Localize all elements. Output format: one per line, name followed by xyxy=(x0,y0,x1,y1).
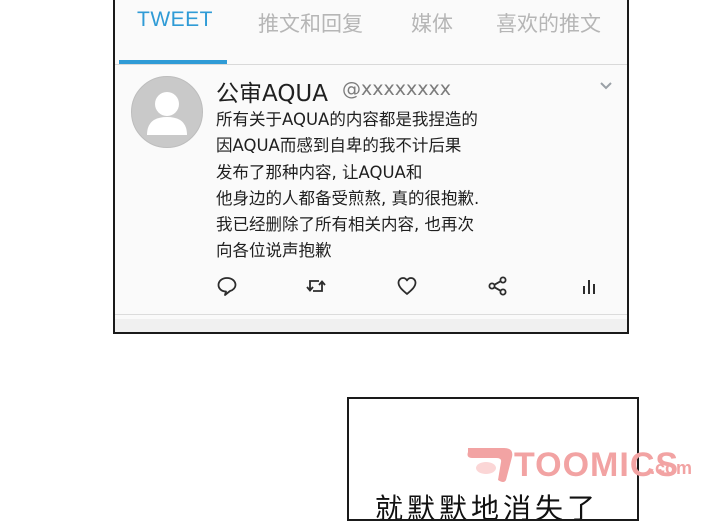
chevron-down-icon[interactable] xyxy=(599,81,613,91)
tab-media[interactable]: 媒体 xyxy=(411,8,453,38)
watermark-suffix: .com xyxy=(650,458,693,478)
display-name[interactable]: 公审AQUA xyxy=(216,74,328,108)
reply-icon[interactable] xyxy=(216,275,238,297)
tweet-line: 发布了那种内容, 让AQUA和 xyxy=(216,162,423,182)
tab-tweets-and-replies[interactable]: 推文和回复 xyxy=(258,8,363,38)
analytics-icon[interactable] xyxy=(578,275,600,297)
tweet-card[interactable]: 公审AQUA @xxxxxxxx 所有关于AQUA的内容都是我捏造的 因AQUA… xyxy=(115,65,627,313)
tweet-line: 我已经删除了所有相关内容, 也再次 xyxy=(216,215,474,235)
next-tweet-peek xyxy=(115,319,627,332)
profile-tabs: TWEET 推文和回复 媒体 喜欢的推文 xyxy=(115,0,627,64)
tweet-divider xyxy=(115,314,627,315)
tweet-line: 所有关于AQUA的内容都是我捏造的 xyxy=(216,110,478,129)
phone-screen: TWEET 推文和回复 媒体 喜欢的推文 公审AQUA @xxxxxxxx 所有… xyxy=(113,0,629,334)
panel-caption: 就默默地消失了 xyxy=(375,492,600,521)
like-icon[interactable] xyxy=(396,275,418,297)
tweet-actions xyxy=(115,275,627,301)
tweet-line: 向各位说声抱歉 xyxy=(216,241,332,261)
retweet-icon[interactable] xyxy=(305,275,327,297)
avatar[interactable] xyxy=(131,76,203,148)
tweet-line: 因AQUA而感到自卑的我不计后果 xyxy=(216,136,462,156)
tab-likes[interactable]: 喜欢的推文 xyxy=(496,8,601,38)
share-icon[interactable] xyxy=(487,275,509,297)
tab-tweet[interactable]: TWEET xyxy=(137,8,213,32)
tweet-line: 他身边的人都备受煎熬, 真的很抱歉. xyxy=(216,188,480,208)
default-avatar-icon xyxy=(147,92,187,135)
tweet-text: 所有关于AQUA的内容都是我捏造的 因AQUA而感到自卑的我不计后果 发布了那种… xyxy=(216,107,596,265)
user-handle[interactable]: @xxxxxxxx xyxy=(342,78,451,100)
